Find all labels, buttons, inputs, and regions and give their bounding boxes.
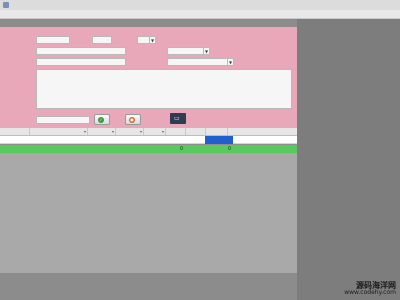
grid-column-header[interactable]: ▾ [144,128,166,135]
birth-date-picker[interactable]: ▼ [167,47,210,55]
print-icon: ● [129,116,135,123]
created-date-picker[interactable]: ▼ [167,58,234,66]
watermark: 源码海洋网 www.codehy.com [344,281,396,297]
customer-name-field[interactable] [36,36,70,44]
chevron-down-icon: ▼ [227,59,233,65]
save-button[interactable]: ✓ [94,114,110,125]
id-card-field[interactable] [36,47,126,55]
print-button[interactable]: ● [125,114,141,125]
grid-column-header[interactable] [186,128,206,135]
menu-item-4[interactable] [100,11,122,17]
sort-arrow-icon: ▾ [161,129,164,134]
grid-column-header[interactable]: ▾ [88,128,116,135]
amount-field[interactable] [36,116,90,124]
menu-item-3[interactable] [68,11,90,17]
gender-select[interactable]: ▼ [137,36,156,44]
grid-header: ▾ ▾ ▾ ▾ [0,128,297,136]
menu-bar [0,10,400,19]
watermark-line-2: www.codehy.com [344,289,396,297]
menu-item-1[interactable] [4,11,26,17]
grid-column-header [228,128,297,135]
confirm-button[interactable]: ▭ [170,113,186,124]
grid-column-header[interactable] [0,128,30,135]
total-amount: 0 [228,146,232,152]
app-icon [3,2,9,8]
age-field[interactable] [92,36,112,44]
chevron-down-icon: ▼ [203,48,209,54]
window-titlebar [0,0,400,10]
table-row[interactable] [0,136,297,144]
grid-column-header[interactable] [206,128,228,135]
sort-arrow-icon: ▾ [83,129,86,134]
monitor-icon: ▭ [174,115,180,122]
grid-column-header[interactable]: ▾ [116,128,144,135]
menu-item-5[interactable] [132,11,154,17]
selected-cell[interactable] [205,136,233,144]
sort-arrow-icon: ▾ [139,129,142,134]
menu-item-2[interactable] [36,11,58,17]
total-row: 0 0 [0,145,297,153]
grid-empty-area [0,153,297,273]
save-icon: ✓ [98,116,104,123]
phone-field[interactable] [36,58,126,66]
customer-form: ▼ ▼ ▼ ✓ ● ▭ [0,27,297,130]
grid-column-header[interactable]: ▾ [30,128,88,135]
background-pane [297,19,400,300]
address-field[interactable] [36,69,292,109]
chevron-down-icon: ▼ [149,37,155,43]
sort-arrow-icon: ▾ [111,129,114,134]
total-quantity: 0 [180,146,184,152]
grid-column-header[interactable] [166,128,186,135]
